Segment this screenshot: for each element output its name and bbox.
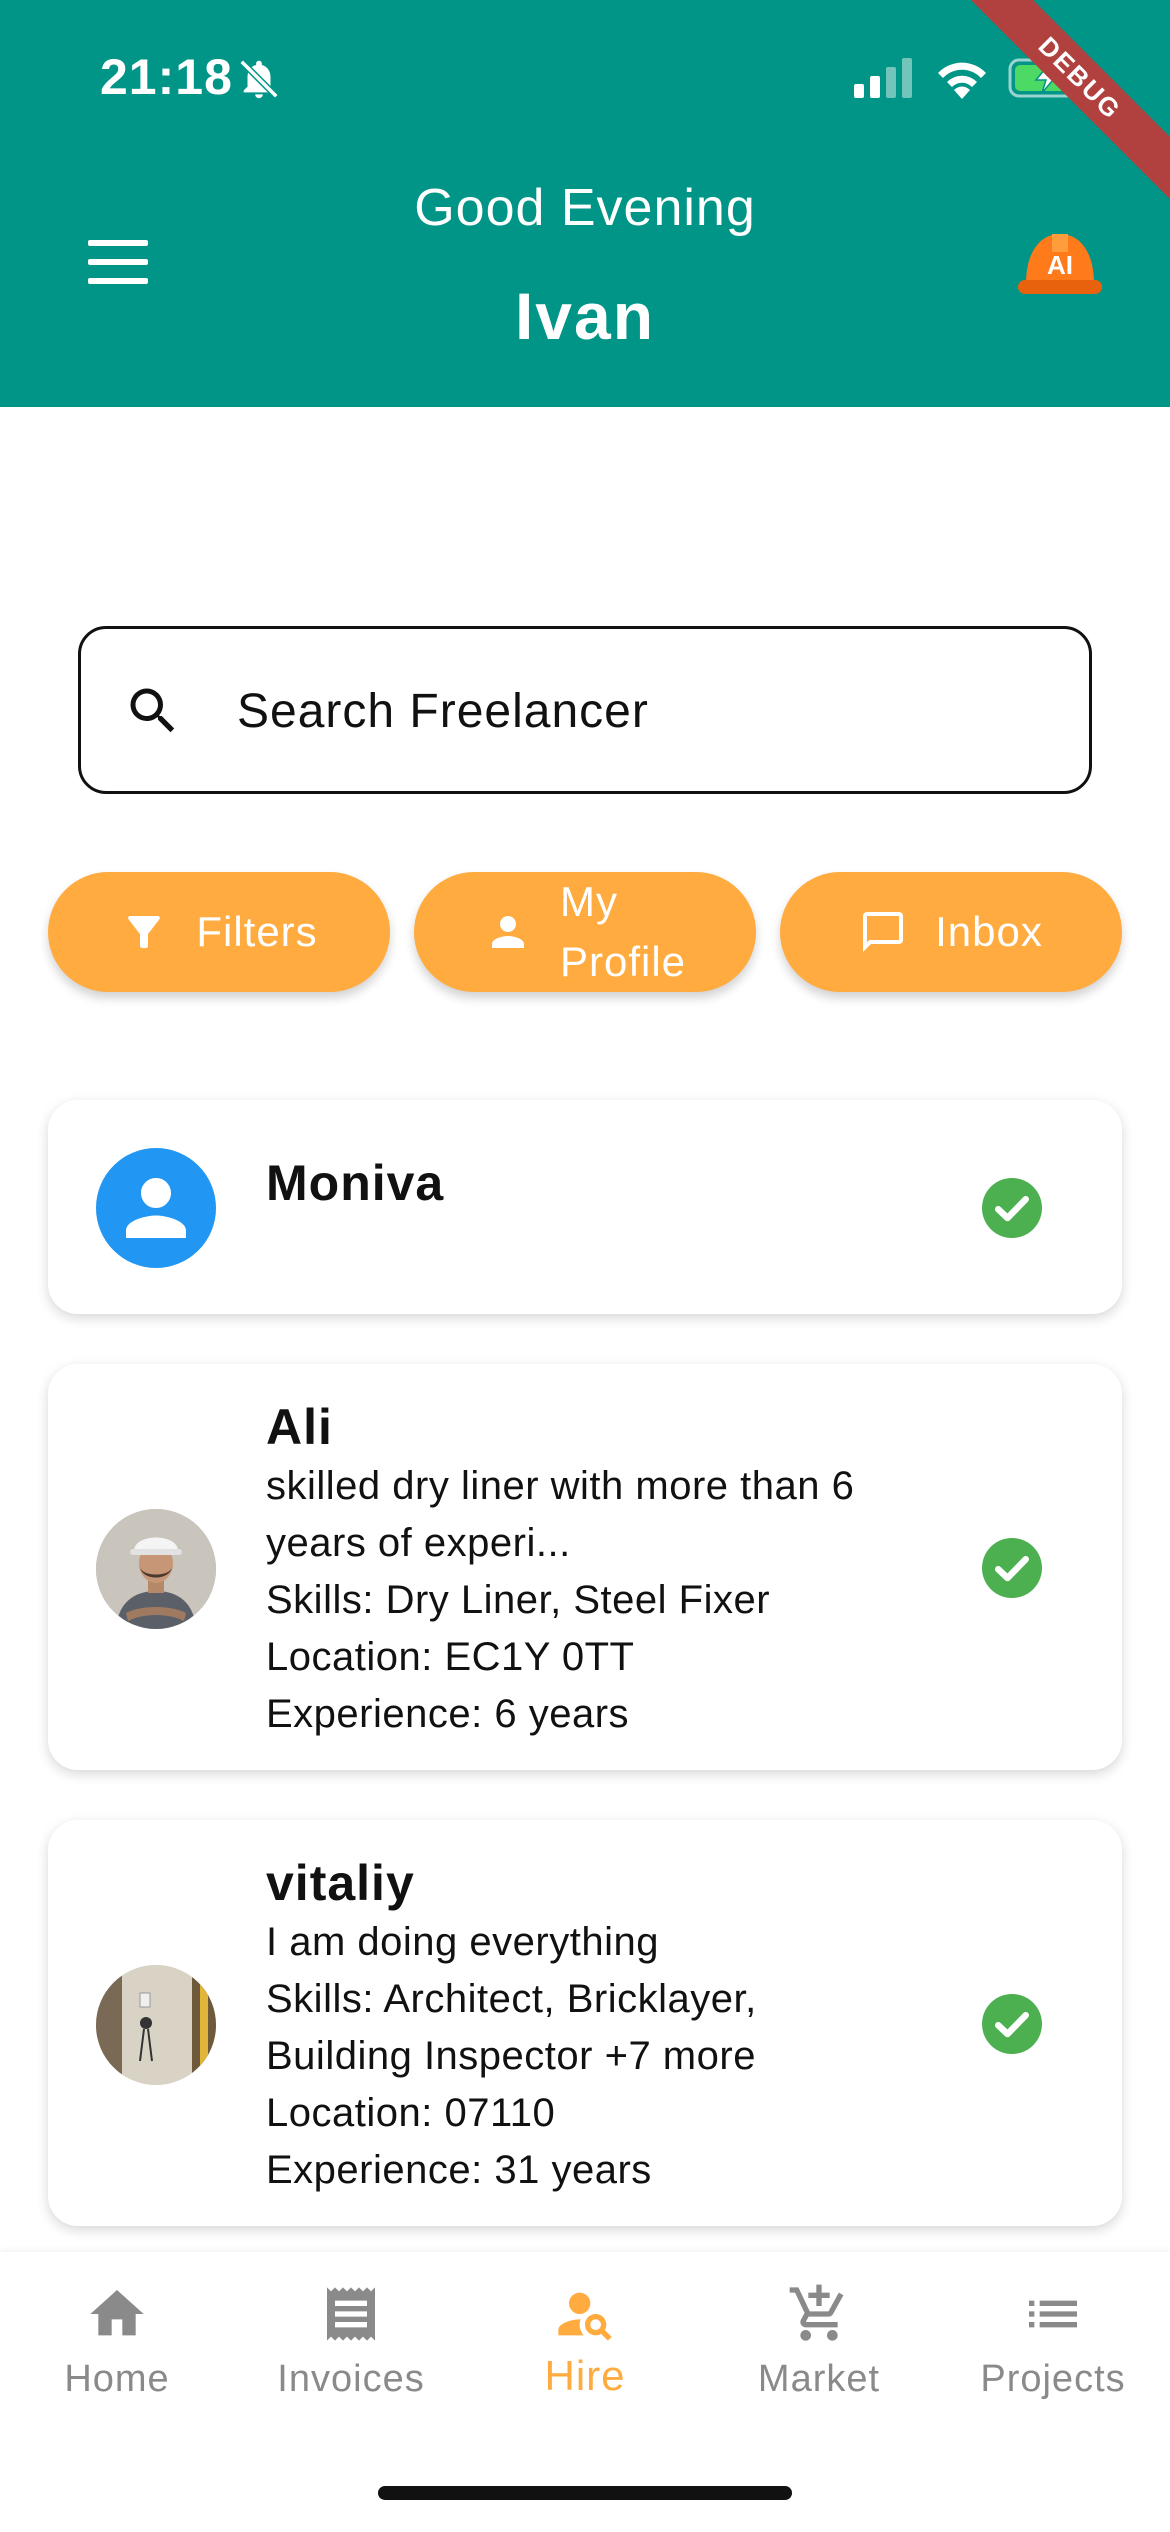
home-icon bbox=[90, 2290, 144, 2336]
chat-bubble-icon bbox=[863, 912, 904, 952]
inbox-label: Inbox bbox=[935, 908, 1043, 955]
freelancer-card[interactable]: Ali skilled dry liner with more than 6 y… bbox=[48, 1364, 1122, 1770]
username-text: Ivan bbox=[514, 279, 656, 353]
cellular-signal-icon bbox=[854, 58, 912, 98]
freelancer-experience: Experience: 6 years bbox=[266, 1692, 630, 1736]
search-input[interactable] bbox=[237, 669, 1037, 753]
nav-label-hire: Hire bbox=[544, 2352, 626, 2399]
add-shopping-cart-icon bbox=[789, 2284, 844, 2341]
receipt-icon bbox=[327, 2287, 375, 2341]
freelancer-name: vitaliy bbox=[266, 1855, 415, 1911]
menu-icon-bar bbox=[88, 259, 148, 265]
freelancer-details: skilled dry liner with more than 6 years… bbox=[266, 1458, 966, 1743]
nav-item-invoices[interactable]: Invoices bbox=[234, 2282, 468, 2401]
freelancer-name: Ali bbox=[266, 1399, 333, 1455]
bell-off-icon bbox=[239, 59, 279, 99]
nav-label-projects: Projects bbox=[980, 2358, 1126, 2400]
freelancer-location: Location: EC1Y 0TT bbox=[266, 1635, 635, 1679]
my-profile-label-line2: Profile bbox=[559, 938, 687, 985]
my-profile-label-line1: My bbox=[559, 878, 618, 925]
avatar bbox=[96, 1509, 216, 1629]
filters-label: Filters bbox=[196, 908, 318, 955]
filter-icon bbox=[128, 916, 161, 948]
ai-badge-text: AI bbox=[1047, 250, 1073, 280]
avatar bbox=[96, 1148, 216, 1268]
ai-helmet-icon[interactable]: AI bbox=[1016, 222, 1104, 304]
nav-label-market: Market bbox=[757, 2358, 881, 2400]
nav-item-home[interactable]: Home bbox=[0, 2282, 234, 2401]
worker-photo bbox=[96, 1509, 216, 1629]
person-icon bbox=[491, 916, 524, 948]
inbox-button[interactable]: Inbox bbox=[780, 872, 1122, 992]
wifi-icon bbox=[938, 62, 986, 99]
freelancer-details: I am doing everything Skills: Architect,… bbox=[266, 1914, 966, 2199]
freelancer-experience: Experience: 31 years bbox=[266, 2148, 652, 2192]
freelancer-name: Moniva bbox=[266, 1155, 445, 1211]
my-profile-label: My Profile bbox=[560, 872, 686, 992]
verified-check-icon bbox=[982, 1538, 1042, 1598]
my-profile-button[interactable]: My Profile bbox=[414, 872, 756, 992]
nav-item-market[interactable]: Market bbox=[702, 2282, 936, 2401]
nav-label-home: Home bbox=[64, 2358, 170, 2400]
search-icon bbox=[130, 688, 175, 733]
filters-button[interactable]: Filters bbox=[48, 872, 390, 992]
app-header: 21:18 DEBUG Good Evening Ivan AI bbox=[0, 0, 1170, 407]
freelancer-location: Location: 07110 bbox=[266, 2091, 556, 2135]
menu-icon-bar bbox=[88, 240, 148, 246]
nav-item-hire[interactable]: Hire bbox=[468, 2282, 702, 2400]
freelancer-card[interactable]: vitaliy I am doing everything Skills: Ar… bbox=[48, 1820, 1122, 2226]
freelancer-bio-line: years of experi... bbox=[266, 1521, 571, 1565]
list-icon bbox=[1029, 2300, 1077, 2328]
search-box[interactable] bbox=[78, 626, 1092, 794]
verified-check-icon bbox=[982, 1994, 1042, 2054]
freelancer-bio: I am doing everything bbox=[266, 1920, 659, 1964]
status-time: 21:18 bbox=[100, 49, 233, 105]
avatar bbox=[96, 1965, 216, 2085]
home-indicator[interactable] bbox=[378, 2486, 792, 2500]
freelancer-skills-line: Building Inspector +7 more bbox=[266, 2034, 756, 2078]
freelancer-skills: Skills: Dry Liner, Steel Fixer bbox=[266, 1578, 771, 1622]
worksite-photo bbox=[96, 1965, 216, 2085]
verified-check-icon bbox=[982, 1178, 1042, 1238]
person-icon bbox=[126, 1178, 186, 1238]
debug-banner: DEBUG bbox=[951, 0, 1170, 207]
nav-item-projects[interactable]: Projects bbox=[936, 2282, 1170, 2401]
freelancer-card[interactable]: Moniva bbox=[48, 1100, 1122, 1314]
freelancer-bio-line: skilled dry liner with more than 6 bbox=[266, 1464, 855, 1508]
freelancer-skills-line: Skills: Architect, Bricklayer, bbox=[266, 1977, 757, 2021]
greeting-text: Good Evening bbox=[414, 179, 756, 237]
nav-label-invoices: Invoices bbox=[277, 2358, 425, 2400]
person-search-icon bbox=[558, 2292, 612, 2341]
